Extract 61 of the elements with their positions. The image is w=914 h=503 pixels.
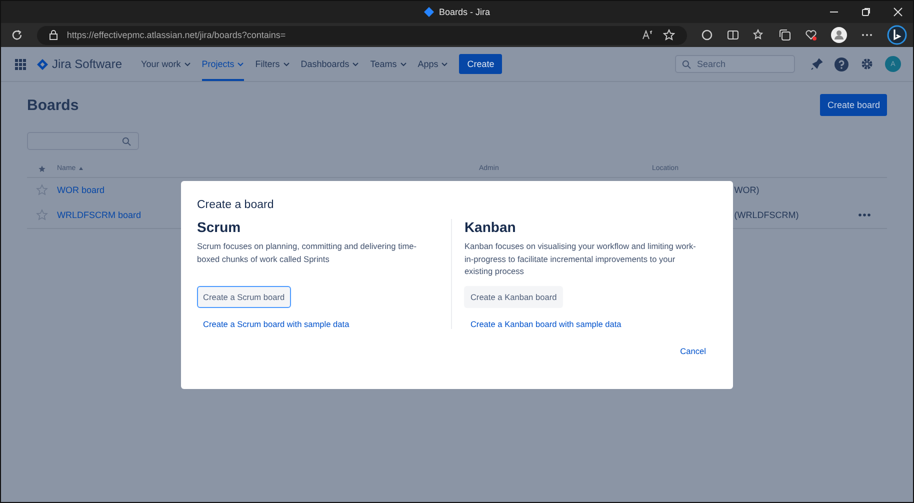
nav-menu[interactable]: Dashboards [300,47,360,81]
create-button[interactable]: Create [459,54,502,74]
jira-logo-icon [37,58,48,70]
close-icon[interactable] [893,7,903,17]
settings-icon[interactable] [860,57,874,71]
cancel-link[interactable]: Cancel [680,346,706,356]
lock-icon [48,30,58,40]
chevron-icon [352,62,360,66]
search-input[interactable]: Search [697,59,787,69]
window-title: Boards - Jira [438,7,490,17]
option-description: Kanban focuses on visualising your workflow and limiting work-in-progress to facilitate incremental improvements to your existing process [464,240,697,278]
star-icon[interactable] [663,29,675,41]
chevron-icon [441,62,448,66]
nav-menu[interactable]: Projects [202,47,244,81]
location-text: (WRLDFSCRM) [734,210,799,220]
heart-icon[interactable] [805,29,817,41]
nav-menu[interactable]: Teams [370,47,407,81]
address-bar[interactable]: https://effectivepmc.atlassian.net/jira/boards?contains= [36,26,687,44]
filter-field[interactable] [27,132,139,150]
profile-icon[interactable] [831,27,847,43]
url-text: https://effectivepmc.atlassian.net/jira/boards?contains= [66,30,286,40]
diamond-icon [424,7,434,17]
chevron-icon [400,62,407,66]
copilot-icon[interactable] [887,25,907,45]
split-screen-icon[interactable] [727,29,739,41]
search-icon [682,60,691,68]
star-column-icon [38,164,46,172]
search-icon [122,136,131,146]
chevron-icon [184,62,191,66]
create-option-button[interactable]: Create a Kanban board [464,286,563,308]
product-name[interactable]: Jira Software [52,57,122,71]
app-grid-icon[interactable] [15,58,26,70]
sample-data-link[interactable]: Create a Kanban board with sample data [470,319,622,329]
restore-icon[interactable] [861,7,871,17]
more-icon[interactable] [861,33,873,37]
page-title: Boards [27,96,79,114]
refresh-icon[interactable] [11,29,23,41]
sample-data-link[interactable]: Create a Scrum board with sample data [203,319,350,329]
more-icon[interactable] [858,213,871,217]
chevron-icon [282,62,290,66]
dialog-title: Create a board [197,199,275,211]
create-board-button[interactable]: Create board [820,94,887,116]
star-icon[interactable] [36,209,48,221]
board-link[interactable]: WRLDFSCRM board [56,210,141,220]
nav-menu[interactable]: Filters [255,47,290,81]
search-field[interactable]: Search [675,55,795,73]
collections-icon[interactable] [779,29,791,41]
option-heading: Kanban [464,219,516,235]
location-text: WOR) [734,185,760,195]
create-option-button[interactable]: Create a Scrum board [197,286,291,308]
chevron-icon [237,62,244,66]
nav-menu[interactable]: Your work [141,47,191,81]
option-heading: Scrum [197,219,241,235]
read-aloud-icon[interactable] [642,30,654,40]
option-description: Scrum focuses on planning, committing and delivering time-boxed chunks of work called Sprints [197,240,418,266]
sort-icon [78,166,83,170]
star-icon[interactable] [36,184,48,196]
nav-menu[interactable]: Apps [418,47,448,81]
help-icon[interactable] [834,56,849,72]
favorites-icon[interactable] [753,29,765,41]
board-link[interactable]: WOR board [56,185,104,195]
